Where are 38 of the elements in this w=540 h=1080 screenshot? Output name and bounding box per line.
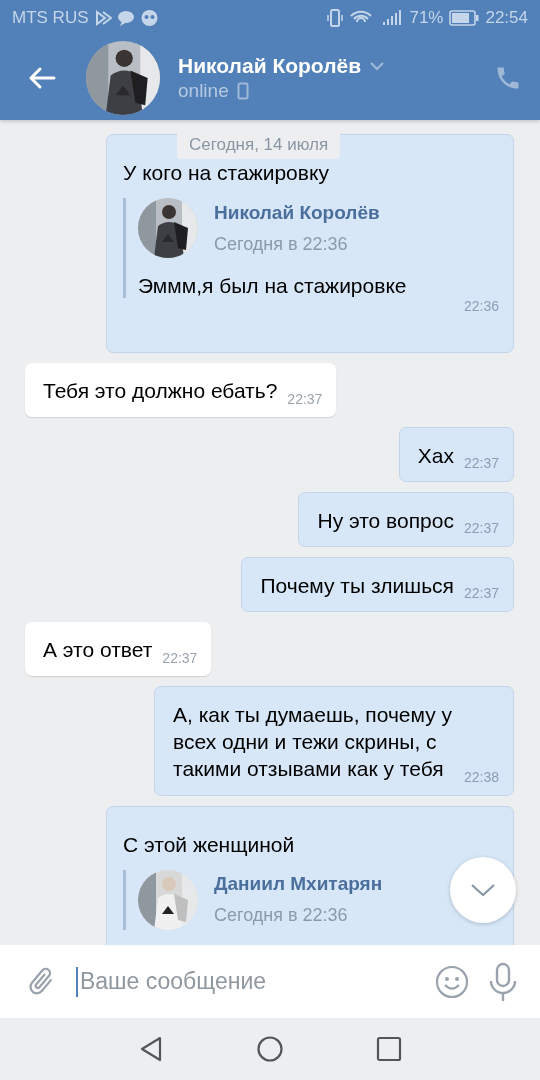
carrier-name: MTS RUS (12, 8, 89, 28)
online-status: online (178, 80, 229, 102)
emoji-icon[interactable] (434, 963, 470, 1000)
recents-nav-icon[interactable] (376, 1036, 402, 1062)
message-text: Хах (417, 442, 454, 469)
message-time: 22:38 (463, 768, 499, 785)
back-arrow-icon (28, 66, 56, 90)
author-name[interactable]: Даниил Мхитарян (214, 873, 383, 896)
message-text: А это ответ (43, 637, 153, 664)
forward-time: Сегодня в 22:36 (214, 233, 349, 255)
text-cursor (76, 966, 78, 997)
message-text: Почему ты злишься (260, 573, 454, 600)
message-time: 22:37 (287, 390, 323, 407)
clock: 22:54 (485, 8, 528, 28)
message-text: А, как ты думаешь, почему у всех одни и тежи скрины, с такими отзывами как у тебя (173, 701, 454, 783)
message-time: 22:37 (463, 454, 499, 471)
chevron-down-icon[interactable] (369, 61, 386, 71)
message-text: Ну это вопрос (317, 507, 454, 534)
message-text: Эммм,я был на стажировке (138, 274, 408, 299)
flag-icon (94, 9, 112, 27)
phone-device-icon (236, 82, 249, 100)
message-text: С этой женщиной (123, 831, 296, 858)
microphone-icon[interactable] (488, 961, 518, 1002)
message-time: 22:36 (462, 298, 499, 315)
battery-percent: 71% (409, 8, 444, 28)
back-nav-icon[interactable] (138, 1035, 164, 1063)
contact-name[interactable]: Николай Королёв (178, 54, 362, 78)
chat-bubble-icon (117, 9, 135, 27)
author-name[interactable]: Николай Королёв (214, 201, 380, 224)
message-time: 22:37 (463, 585, 499, 602)
message-text: У кого на стажировку (123, 160, 330, 186)
forward-time: Сегодня в 22:36 (214, 905, 349, 927)
battery-icon (449, 10, 480, 26)
message-time: 22:37 (463, 520, 499, 537)
home-nav-icon[interactable] (256, 1035, 284, 1063)
message-text: Тебя это должно ебать? (43, 378, 278, 405)
chevron-down-icon (469, 882, 497, 898)
message-time: 22:37 (162, 649, 198, 666)
